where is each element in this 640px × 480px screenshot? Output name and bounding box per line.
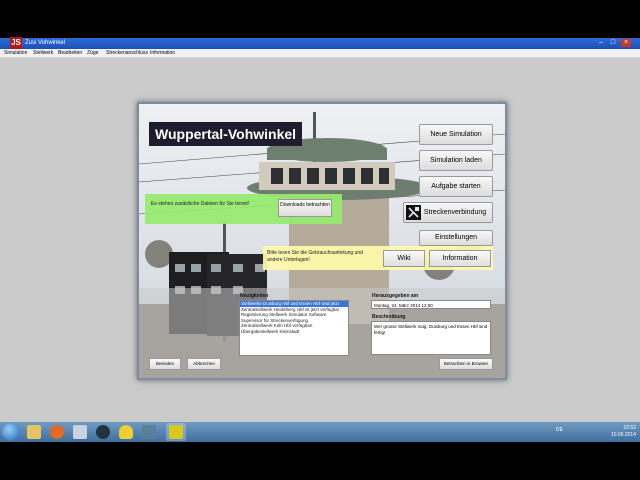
taskbar: DE 22:52 10.06.2014 xyxy=(0,422,640,442)
taskbar-app-icon[interactable] xyxy=(70,423,90,441)
cancel-button[interactable]: Abbrechen xyxy=(187,358,221,370)
app-title: Zusi Vohwinkel xyxy=(25,40,66,46)
minimize-icon[interactable]: – xyxy=(596,39,606,47)
downloads-panel: Es stehen zusätzliche Dateien für Sie be… xyxy=(145,194,342,224)
menu-information[interactable]: Information xyxy=(150,49,175,57)
menu-simulation[interactable]: Simulation xyxy=(4,49,27,57)
taskbar-firefox-icon[interactable] xyxy=(47,423,67,441)
close-icon[interactable]: × xyxy=(621,39,631,47)
menu-stellwerk[interactable]: Stellwerk xyxy=(33,49,53,57)
documentation-panel: Bitte lesen Sie die Gebrauchsanleitung u… xyxy=(263,246,493,270)
start-task-button[interactable]: Aufgabe starten xyxy=(419,176,493,197)
downloads-text: Es stehen zusätzliche Dateien für Sie be… xyxy=(151,201,250,207)
view-downloads-button[interactable]: Downloads betrachten xyxy=(278,199,332,217)
launcher-window: Wuppertal-Vohwinkel Neue Simulation Simu… xyxy=(137,102,507,380)
release-date-label: Herausgegeben am xyxy=(372,293,419,299)
app-logo-icon: JS xyxy=(10,37,22,49)
new-simulation-button[interactable]: Neue Simulation xyxy=(419,124,493,145)
menu-streckenanschluss[interactable]: Streckenanschluss xyxy=(106,49,148,57)
documentation-text: Bitte lesen Sie die Gebrauchsanleitung u… xyxy=(267,250,363,263)
wiki-button[interactable]: Wiki xyxy=(383,250,425,267)
taskbar-steam-icon[interactable] xyxy=(93,423,113,441)
news-label: Neuigkeiten xyxy=(240,293,269,299)
screen: JS Zusi Vohwinkel – □ × Simulation Stell… xyxy=(0,0,640,480)
maximize-icon[interactable]: □ xyxy=(608,39,618,47)
information-button[interactable]: Information xyxy=(429,250,491,267)
menu-bearbeiten[interactable]: Bearbeiten xyxy=(58,49,82,57)
release-date-field: Montag, 24. März 2014 12:00 xyxy=(371,300,491,309)
streckenverbindung-label: Streckenverbindung xyxy=(423,209,487,216)
settings-button[interactable]: Einstellungen xyxy=(419,230,493,246)
taskbar-bulb-icon[interactable] xyxy=(116,423,136,441)
app-title-bar: JS Zusi Vohwinkel – □ × xyxy=(0,37,640,49)
taskbar-zusi-icon[interactable] xyxy=(166,423,186,441)
top-letterbox xyxy=(0,0,640,38)
tray-language[interactable]: DE xyxy=(556,427,563,433)
description-field: Wer grosse Stellwerk mag: Duisburg und E… xyxy=(371,321,491,355)
tray-date: 10.06.2014 xyxy=(610,432,636,438)
place-title: Wuppertal-Vohwinkel xyxy=(149,122,303,146)
taskbar-tool-icon[interactable] xyxy=(139,423,159,441)
description-label: Beschreibung xyxy=(372,314,406,320)
menu-zuege[interactable]: Züge xyxy=(87,49,98,57)
network-icon xyxy=(406,205,421,220)
streckenverbindung-button[interactable]: Streckenverbindung xyxy=(403,202,493,223)
tray-time: 22:52 xyxy=(623,425,636,431)
load-simulation-button[interactable]: Simulation laden xyxy=(419,150,493,171)
start-button-icon[interactable] xyxy=(2,423,20,441)
bottom-letterbox xyxy=(0,442,640,480)
view-in-browser-button[interactable]: Betrachten in Browser xyxy=(439,358,493,370)
taskbar-explorer-icon[interactable] xyxy=(24,423,44,441)
menu-bar: Simulation Stellwerk Bearbeiten Züge Str… xyxy=(0,49,640,58)
close-launcher-button[interactable]: Beenden xyxy=(149,358,181,370)
news-item[interactable]: Stellwerke Duisburg Hbf und Essen Hbf si… xyxy=(240,301,348,307)
news-list[interactable]: Stellwerke Duisburg Hbf und Essen Hbf si… xyxy=(239,300,349,356)
news-item[interactable]: Übergabestellwerk Kleinstadt xyxy=(240,329,348,335)
